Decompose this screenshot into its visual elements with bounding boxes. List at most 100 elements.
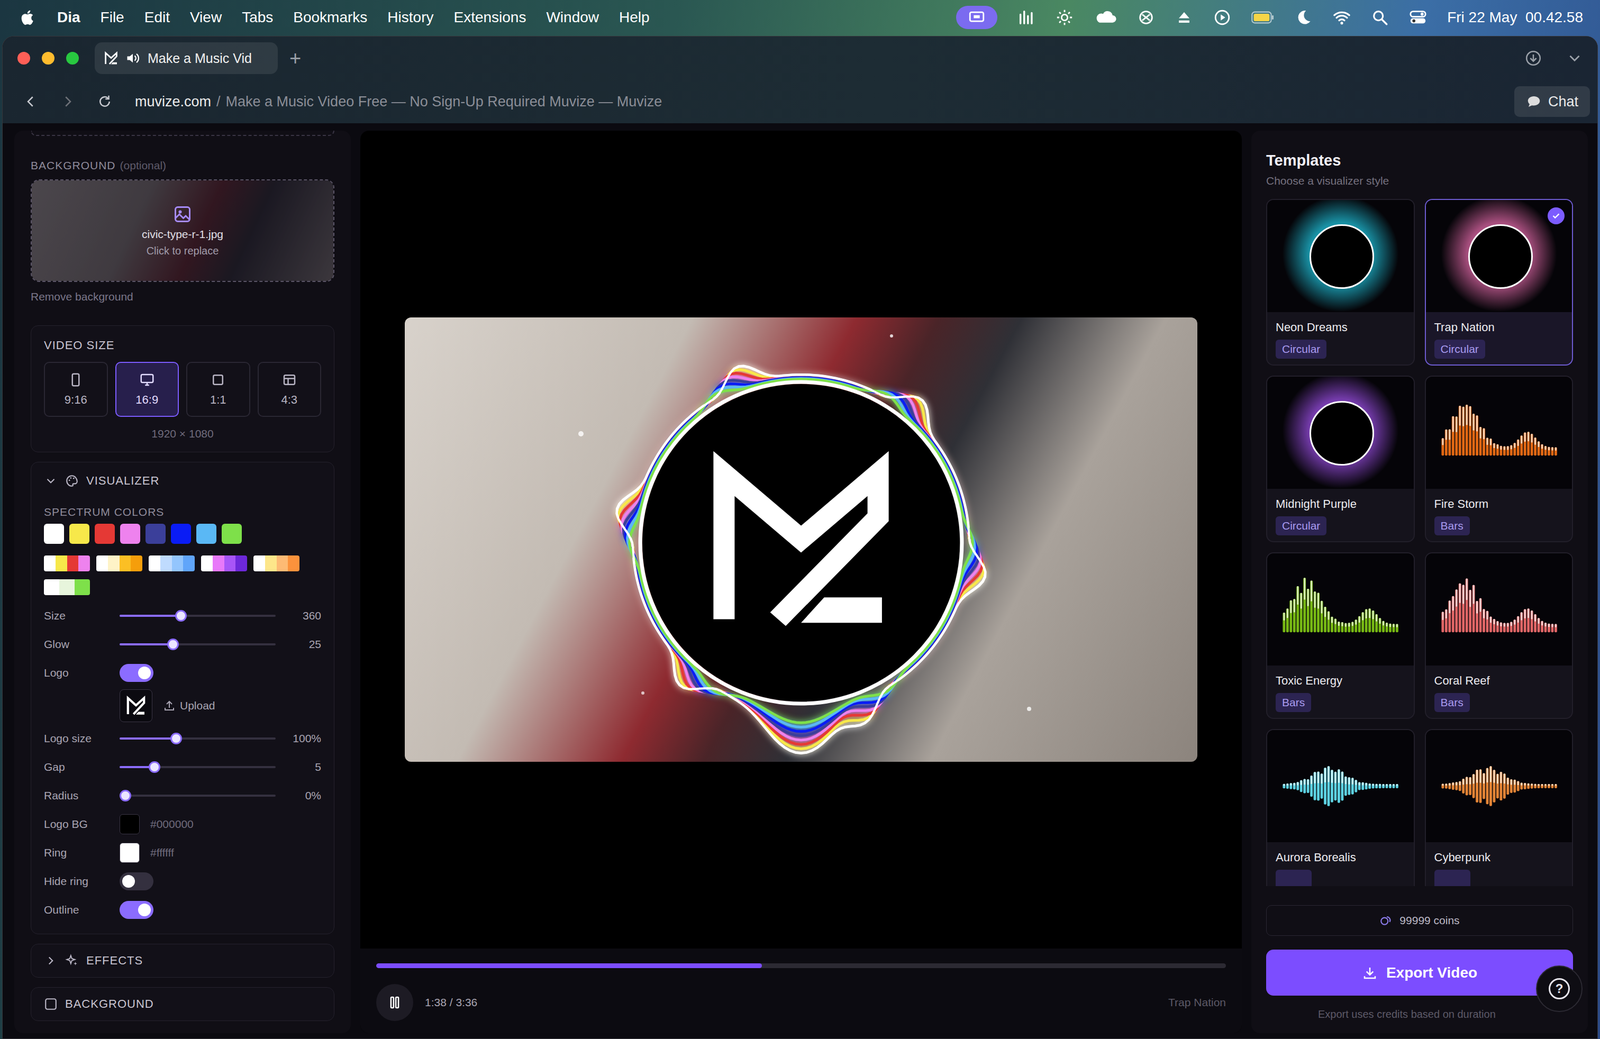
palette-segment: [59, 579, 75, 596]
new-tab-button[interactable]: +: [289, 48, 302, 69]
wifi-icon[interactable]: [1332, 8, 1351, 27]
toggle-switch[interactable]: [119, 901, 154, 920]
reload-icon[interactable]: [96, 93, 113, 110]
toggle-switch[interactable]: [119, 872, 154, 891]
template-card[interactable]: Coral ReefBars: [1424, 552, 1574, 720]
chevron-down-icon[interactable]: [1565, 49, 1584, 68]
effects-header[interactable]: EFFECTS: [43, 952, 322, 969]
play-icon[interactable]: [1213, 8, 1232, 27]
slider[interactable]: [119, 609, 276, 623]
help-button[interactable]: ?: [1535, 965, 1583, 1013]
speaker-icon[interactable]: [125, 50, 141, 66]
menu-item[interactable]: Help: [619, 8, 650, 26]
layout-icon: [281, 371, 298, 388]
slider-knob[interactable]: [170, 732, 183, 745]
menu-item[interactable]: Tabs: [241, 8, 274, 26]
slider[interactable]: [119, 760, 276, 774]
slider-knob[interactable]: [148, 761, 161, 774]
eject-icon[interactable]: [1175, 8, 1194, 27]
play-pause-button[interactable]: [376, 984, 414, 1022]
template-card[interactable]: Neon DreamsCircular: [1266, 198, 1415, 366]
size-option[interactable]: 9:16: [43, 361, 108, 417]
toggle-switch[interactable]: [119, 664, 154, 683]
menu-item[interactable]: File: [100, 8, 125, 26]
template-card[interactable]: Fire StormBars: [1424, 375, 1574, 543]
color-picker[interactable]: #000000: [119, 814, 322, 835]
upload-button[interactable]: Upload: [162, 699, 216, 713]
template-card[interactable]: Midnight PurpleCircular: [1266, 375, 1415, 543]
chat-button[interactable]: Chat: [1514, 86, 1590, 117]
minimize-button[interactable]: [41, 51, 55, 65]
slider-knob[interactable]: [167, 638, 179, 651]
palette-segment: [183, 555, 195, 572]
visualizer-header[interactable]: VISUALIZER: [43, 473, 322, 489]
palette-segment: [253, 555, 266, 572]
zoom-button[interactable]: [66, 51, 79, 65]
logo-preview[interactable]: [119, 689, 153, 723]
screen-mirror-icon[interactable]: [956, 5, 998, 30]
download-icon[interactable]: [1524, 49, 1543, 68]
palette-preset[interactable]: [43, 579, 90, 596]
menu-item[interactable]: Extensions: [453, 8, 526, 26]
menu-item[interactable]: History: [387, 8, 434, 26]
control-label: Logo BG: [43, 817, 120, 831]
focus-moon-icon[interactable]: [1294, 8, 1313, 27]
remove-background-link[interactable]: Remove background: [30, 290, 335, 304]
control-center-icon[interactable]: [1408, 8, 1427, 27]
progress-bar[interactable]: [376, 963, 1226, 969]
search-icon[interactable]: [1370, 8, 1389, 27]
tab-bar: Make a Music Vid +: [2, 36, 1598, 80]
control-icon[interactable]: [1017, 8, 1036, 27]
slider[interactable]: [119, 789, 276, 803]
palette-preset[interactable]: [148, 555, 195, 572]
slider-knob[interactable]: [175, 610, 187, 622]
palette-preset[interactable]: [253, 555, 300, 572]
color-swatch[interactable]: [221, 523, 242, 544]
color-swatch[interactable]: [94, 523, 115, 544]
close-button[interactable]: [17, 51, 31, 65]
menu-item[interactable]: Bookmarks: [293, 8, 368, 26]
menu-item[interactable]: View: [189, 8, 222, 26]
battery-icon[interactable]: [1251, 8, 1275, 27]
size-option[interactable]: 1:1: [186, 361, 251, 417]
template-card[interactable]: Cyberpunk: [1424, 729, 1574, 887]
slider-knob[interactable]: [119, 789, 132, 802]
size-option[interactable]: 16:9: [115, 361, 180, 417]
color-swatch[interactable]: [69, 523, 90, 544]
openai-icon[interactable]: [1137, 8, 1156, 27]
browser-tab[interactable]: Make a Music Vid: [94, 42, 278, 75]
background-upload[interactable]: civic-type-r-1.jpgClick to replace: [30, 179, 335, 283]
size-option[interactable]: 4:3: [257, 361, 322, 417]
color-swatch[interactable]: [196, 523, 217, 544]
palette-preset[interactable]: [201, 555, 248, 572]
size-option-label: 4:3: [280, 393, 298, 407]
color-swatch[interactable]: [43, 523, 65, 544]
color-swatch[interactable]: [120, 523, 141, 544]
coins-text: 99999 coins: [1399, 914, 1460, 927]
export-video-button[interactable]: Export Video: [1266, 949, 1574, 996]
url-field[interactable]: muvize.com/Make a Music Video Free — No …: [134, 93, 662, 111]
color-picker[interactable]: #ffffff: [119, 842, 322, 863]
slider[interactable]: [119, 638, 276, 651]
slider[interactable]: [119, 732, 276, 745]
template-card[interactable]: Toxic EnergyBars: [1266, 552, 1415, 720]
palette-preset[interactable]: [96, 555, 143, 572]
color-swatch[interactable]: [170, 523, 192, 544]
menu-item[interactable]: Window: [546, 8, 599, 26]
template-card[interactable]: Aurora Borealis: [1266, 729, 1415, 887]
background-header[interactable]: BACKGROUND: [43, 996, 322, 1013]
back-icon[interactable]: [22, 93, 39, 110]
palette-segment: [148, 555, 161, 572]
clock[interactable]: Fri 22 May 00.42.58: [1447, 8, 1584, 26]
cloud-icon[interactable]: [1093, 8, 1117, 27]
color-swatch[interactable]: [145, 523, 166, 544]
template-card[interactable]: Trap NationCircular: [1424, 198, 1574, 366]
palette-preset[interactable]: [43, 555, 90, 572]
forward-icon[interactable]: [59, 93, 76, 110]
template-name: Coral Reef: [1434, 674, 1565, 688]
menu-item[interactable]: Edit: [144, 8, 170, 26]
brightness-icon[interactable]: [1055, 8, 1074, 27]
app-menu[interactable]: Dia: [57, 8, 81, 26]
apple-icon[interactable]: [19, 8, 38, 27]
help-glyph: ?: [1548, 978, 1570, 1000]
